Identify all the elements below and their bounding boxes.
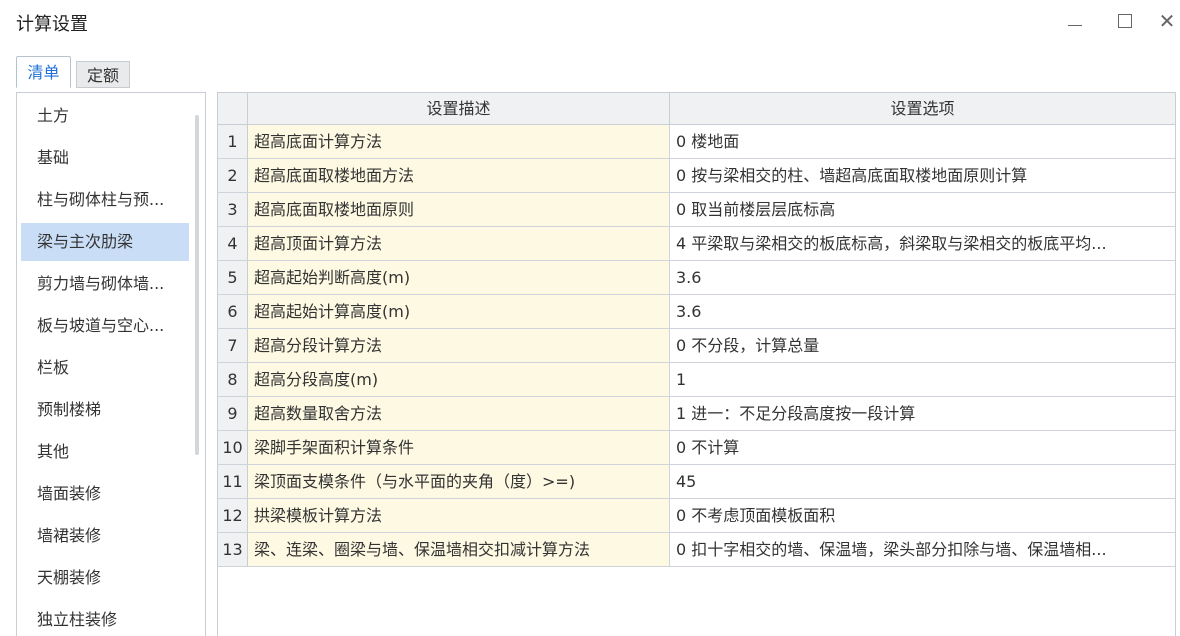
maximize-button[interactable] (1114, 10, 1136, 32)
row-index-cell: 13 (218, 533, 248, 566)
sidebar-scrollbar[interactable] (195, 115, 199, 455)
setting-option-cell[interactable]: 0 不计算 (670, 431, 1175, 464)
row-index-cell: 3 (218, 193, 248, 226)
row-index-cell: 6 (218, 295, 248, 328)
table-row[interactable]: 13 梁、连梁、圈梁与墙、保温墙相交扣减计算方法 0 扣十字相交的墙、保温墙，梁头部… (218, 533, 1175, 567)
column-header-desc[interactable]: 设置描述 (248, 93, 670, 125)
sidebar-item[interactable]: 天棚装修 (21, 559, 189, 597)
window-title: 计算设置 (16, 14, 88, 35)
sidebar-item[interactable]: 栏板 (21, 349, 189, 387)
sidebar-item[interactable]: 墙裙装修 (21, 517, 189, 555)
sidebar-item[interactable]: 板与坡道与空心... (21, 307, 189, 345)
row-index-cell: 8 (218, 363, 248, 396)
setting-option-cell[interactable]: 0 不分段，计算总量 (670, 329, 1175, 362)
setting-option-cell[interactable]: 3.6 (670, 261, 1175, 294)
setting-option-cell[interactable]: 0 不考虑顶面模板面积 (670, 499, 1175, 532)
tab-dinge[interactable]: 定额 (76, 61, 130, 88)
minimize-button[interactable] (1064, 10, 1086, 32)
setting-option-cell[interactable]: 1 进一：不足分段高度按一段计算 (670, 397, 1175, 430)
tab-qingdan[interactable]: 清单 (16, 56, 71, 88)
setting-desc-cell: 超高分段计算方法 (248, 329, 670, 362)
table-row[interactable]: 2 超高底面取楼地面方法 0 按与梁相交的柱、墙超高底面取楼地面原则计算 (218, 159, 1175, 193)
row-index-cell: 4 (218, 227, 248, 260)
title-bar: 计算设置 ✕ (0, 0, 1180, 48)
setting-option-cell[interactable]: 45 (670, 465, 1175, 498)
minimize-icon (1068, 25, 1082, 26)
setting-desc-cell: 超高底面取楼地面方法 (248, 159, 670, 192)
row-index-cell: 11 (218, 465, 248, 498)
sidebar-item[interactable]: 梁与主次肋梁 (21, 223, 189, 261)
settings-grid: 设置描述 设置选项 1 超高底面计算方法 0 楼地面 2 超高底面取楼地面方法 0 按与梁… (217, 92, 1176, 636)
table-row[interactable]: 8 超高分段高度(m) 1 (218, 363, 1175, 397)
setting-desc-cell: 梁脚手架面积计算条件 (248, 431, 670, 464)
close-button[interactable]: ✕ (1156, 10, 1178, 32)
table-row[interactable]: 10 梁脚手架面积计算条件 0 不计算 (218, 431, 1175, 465)
close-icon: ✕ (1158, 9, 1176, 33)
setting-option-cell[interactable]: 0 按与梁相交的柱、墙超高底面取楼地面原则计算 (670, 159, 1175, 192)
setting-option-cell[interactable]: 0 扣十字相交的墙、保温墙，梁头部分扣除与墙、保温墙相... (670, 533, 1175, 566)
setting-desc-cell: 超高起始计算高度(m) (248, 295, 670, 328)
row-index-cell: 7 (218, 329, 248, 362)
maximize-icon (1118, 14, 1132, 28)
table-row[interactable]: 7 超高分段计算方法 0 不分段，计算总量 (218, 329, 1175, 363)
table-row[interactable]: 12 拱梁模板计算方法 0 不考虑顶面模板面积 (218, 499, 1175, 533)
setting-desc-cell: 梁顶面支模条件（与水平面的夹角（度）>=) (248, 465, 670, 498)
sidebar-item[interactable]: 柱与砌体柱与预... (21, 181, 189, 219)
table-row[interactable]: 4 超高顶面计算方法 4 平梁取与梁相交的板底标高，斜梁取与梁相交的板底平均... (218, 227, 1175, 261)
sidebar-item[interactable]: 剪力墙与砌体墙... (21, 265, 189, 303)
row-index-cell: 2 (218, 159, 248, 192)
setting-option-cell[interactable]: 1 (670, 363, 1175, 396)
setting-desc-cell: 超高分段高度(m) (248, 363, 670, 396)
table-row[interactable]: 1 超高底面计算方法 0 楼地面 (218, 125, 1175, 159)
row-index-cell: 9 (218, 397, 248, 430)
column-header-option[interactable]: 设置选项 (670, 93, 1175, 125)
sidebar-item[interactable]: 基础 (21, 139, 189, 177)
row-index-cell: 10 (218, 431, 248, 464)
setting-option-cell[interactable]: 0 楼地面 (670, 125, 1175, 158)
table-row[interactable]: 6 超高起始计算高度(m) 3.6 (218, 295, 1175, 329)
category-list: 土方 基础 柱与砌体柱与预... 梁与主次肋梁 剪力墙与砌体墙... 板与坡道与… (16, 92, 206, 636)
sidebar-item[interactable]: 其他 (21, 433, 189, 471)
setting-option-cell[interactable]: 0 取当前楼层层底标高 (670, 193, 1175, 226)
sidebar-item[interactable]: 墙面装修 (21, 475, 189, 513)
setting-desc-cell: 超高顶面计算方法 (248, 227, 670, 260)
setting-desc-cell: 梁、连梁、圈梁与墙、保温墙相交扣减计算方法 (248, 533, 670, 566)
sidebar-item[interactable]: 独立柱装修 (21, 601, 189, 636)
setting-desc-cell: 超高数量取舍方法 (248, 397, 670, 430)
table-row[interactable]: 3 超高底面取楼地面原则 0 取当前楼层层底标高 (218, 193, 1175, 227)
table-row[interactable]: 5 超高起始判断高度(m) 3.6 (218, 261, 1175, 295)
sidebar-item[interactable]: 预制楼梯 (21, 391, 189, 429)
row-index-cell: 1 (218, 125, 248, 158)
setting-desc-cell: 超高底面计算方法 (248, 125, 670, 158)
row-index-cell: 5 (218, 261, 248, 294)
setting-option-cell[interactable]: 4 平梁取与梁相交的板底标高，斜梁取与梁相交的板底平均... (670, 227, 1175, 260)
setting-desc-cell: 超高起始判断高度(m) (248, 261, 670, 294)
setting-option-cell[interactable]: 3.6 (670, 295, 1175, 328)
table-row[interactable]: 9 超高数量取舍方法 1 进一：不足分段高度按一段计算 (218, 397, 1175, 431)
setting-desc-cell: 拱梁模板计算方法 (248, 499, 670, 532)
sidebar-item[interactable]: 土方 (21, 97, 189, 135)
row-index-cell: 12 (218, 499, 248, 532)
table-row[interactable]: 11 梁顶面支模条件（与水平面的夹角（度）>=) 45 (218, 465, 1175, 499)
setting-desc-cell: 超高底面取楼地面原则 (248, 193, 670, 226)
column-header-index (218, 93, 248, 125)
